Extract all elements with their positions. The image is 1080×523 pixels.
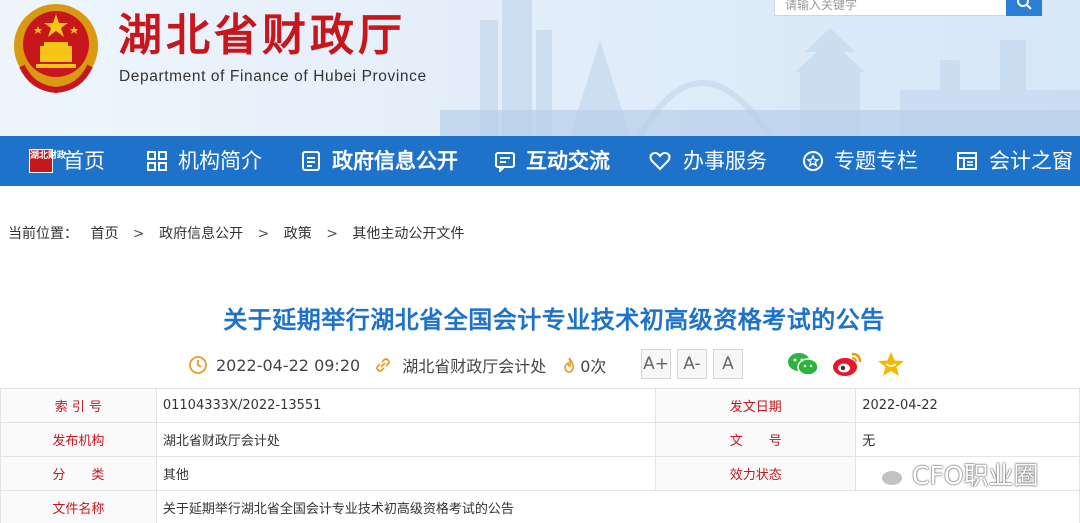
nav-label: 办事服务 bbox=[683, 149, 767, 173]
heart-icon bbox=[649, 151, 671, 171]
font-decrease-button[interactable]: A- bbox=[677, 349, 707, 379]
clock-icon bbox=[189, 356, 207, 374]
breadcrumb-prefix: 当前位置： bbox=[8, 226, 78, 242]
table-row: 发布机构 湖北省财政厅会计处 文 号 无 bbox=[0, 422, 1080, 457]
breadcrumb-separator: > bbox=[132, 226, 145, 242]
document-list-icon bbox=[302, 151, 320, 171]
nav-label: 互动交流 bbox=[526, 149, 610, 173]
label-index-number: 索 引 号 bbox=[0, 388, 157, 423]
nav-item-about[interactable]: 机构简介 bbox=[146, 136, 262, 186]
label-publisher: 发布机构 bbox=[0, 422, 157, 457]
value-doc-number: 无 bbox=[855, 422, 1080, 457]
chat-icon bbox=[495, 152, 515, 172]
nav-item-home[interactable]: 湖北财政 首页 bbox=[29, 136, 105, 186]
label-validity-status: 效力状态 bbox=[655, 456, 857, 491]
label-issue-date: 发文日期 bbox=[655, 388, 857, 423]
nav-label: 专题专栏 bbox=[834, 149, 918, 173]
wechat-outline-icon bbox=[867, 461, 904, 487]
font-reset-button[interactable]: A bbox=[713, 349, 743, 379]
views-flame-icon bbox=[564, 357, 575, 373]
article-source: 湖北省财政厅会计处 bbox=[402, 357, 547, 376]
label-file-name: 文件名称 bbox=[0, 490, 157, 523]
search-input[interactable]: 请输入关键字 bbox=[774, 0, 1006, 16]
label-doc-number: 文 号 bbox=[655, 422, 857, 457]
breadcrumb-item-policy[interactable]: 政策 bbox=[284, 226, 312, 242]
weibo-icon[interactable] bbox=[831, 350, 863, 378]
value-publisher: 湖北省财政厅会计处 bbox=[155, 422, 657, 457]
search-icon bbox=[1017, 0, 1032, 10]
nav-item-accounting[interactable]: 会计之窗 bbox=[955, 136, 1073, 186]
font-increase-button[interactable]: A+ bbox=[641, 349, 671, 379]
home-logo-icon: 湖北财政 bbox=[29, 149, 66, 173]
wechat-icon[interactable] bbox=[787, 351, 819, 377]
article-meta: 2022-04-22 09:20 湖北省财政厅会计处 0次 bbox=[188, 352, 606, 378]
value-issue-date: 2022-04-22 bbox=[855, 388, 1080, 423]
site-header: 湖北省财政厅 Department of Finance of Hubei Pr… bbox=[0, 0, 1080, 136]
nav-item-interaction[interactable]: 互动交流 bbox=[494, 136, 610, 186]
star-circle-icon bbox=[803, 151, 823, 171]
breadcrumb: 当前位置： 首页 > 政府信息公开 > 政策 > 其他主动公开文件 bbox=[8, 223, 472, 243]
site-title: 湖北省财政厅 bbox=[118, 10, 406, 61]
nav-item-gov-info[interactable]: 政府信息公开 bbox=[300, 136, 458, 186]
breadcrumb-separator: > bbox=[326, 226, 338, 242]
city-skyline-illustration bbox=[440, 0, 1080, 136]
table-row: 文件名称 关于延期举行湖北省全国会计专业技术初高级资格考试的公告 bbox=[0, 490, 1080, 523]
main-nav: 湖北财政 首页 机构简介 政府信息公开 互动交流 办事服务 专题专栏 会计之窗 bbox=[0, 136, 1080, 186]
value-file-name: 关于延期举行湖北省全国会计专业技术初高级资格考试的公告 bbox=[155, 490, 1080, 523]
publish-datetime: 2022-04-22 09:20 bbox=[216, 355, 361, 375]
label-category: 分 类 bbox=[0, 456, 157, 491]
national-emblem-logo bbox=[14, 4, 98, 94]
article-title: 关于延期举行湖北省全国会计专业技术初高级资格考试的公告 bbox=[223, 306, 885, 334]
nav-label: 机构简介 bbox=[178, 149, 262, 173]
search-button[interactable] bbox=[1006, 0, 1042, 16]
nav-item-topics[interactable]: 专题专栏 bbox=[802, 136, 918, 186]
nav-label: 政府信息公开 bbox=[332, 149, 458, 173]
view-count: 0次 bbox=[580, 357, 607, 376]
nav-label: 会计之窗 bbox=[989, 149, 1073, 173]
breadcrumb-item-home[interactable]: 首页 bbox=[90, 226, 118, 242]
value-category: 其他 bbox=[155, 456, 657, 491]
grid-icon bbox=[147, 151, 167, 171]
nav-label: 首页 bbox=[63, 149, 105, 173]
nav-item-services[interactable]: 办事服务 bbox=[647, 136, 767, 186]
watermark: CFO职业圈 bbox=[866, 456, 1039, 492]
table-row: 索 引 号 01104333X/2022-13551 发文日期 2022-04-… bbox=[0, 388, 1080, 423]
favorite-star-icon[interactable] bbox=[877, 351, 905, 377]
breadcrumb-item-gov-info[interactable]: 政府信息公开 bbox=[159, 226, 243, 242]
breadcrumb-item-other-files[interactable]: 其他主动公开文件 bbox=[352, 226, 464, 242]
chart-window-icon bbox=[957, 152, 977, 170]
breadcrumb-separator: > bbox=[257, 226, 270, 242]
watermark-text: CFO职业圈 bbox=[912, 461, 1039, 490]
link-source-icon bbox=[376, 358, 391, 372]
site-subtitle: Department of Finance of Hubei Province bbox=[119, 68, 427, 85]
value-index-number: 01104333X/2022-13551 bbox=[155, 388, 657, 423]
